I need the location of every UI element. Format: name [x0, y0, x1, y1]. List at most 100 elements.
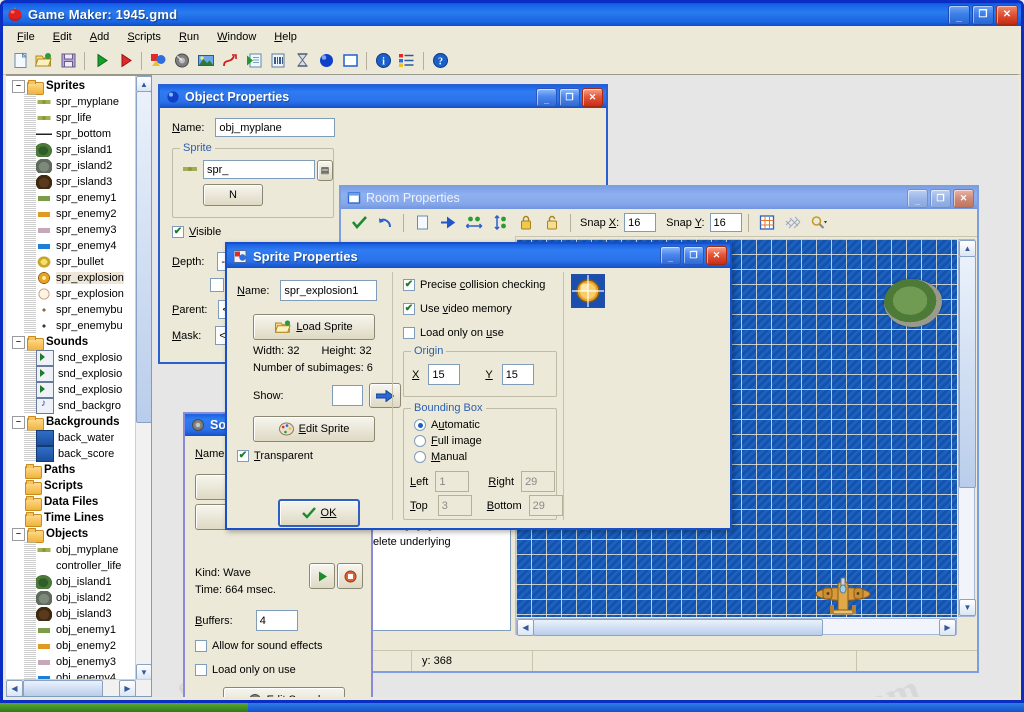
tree-item-spr-enemybu[interactable]: spr_enemybu [6, 302, 136, 318]
room-horizontal-scrollbar[interactable]: ◀ ▶ [516, 618, 957, 636]
tree-folder-sounds[interactable]: – Sounds [6, 334, 136, 351]
bbox-top-input[interactable]: 3 [437, 495, 472, 516]
open-file-icon[interactable] [32, 49, 56, 72]
run-debug-icon[interactable] [113, 49, 137, 72]
room-vertical-scrollbar[interactable]: ▲ ▼ [958, 239, 976, 617]
tree-expander-icon[interactable]: – [12, 335, 25, 349]
visible-checkbox[interactable] [172, 226, 184, 238]
create-room-icon[interactable] [338, 49, 362, 72]
tree-item-spr-enemy1[interactable]: spr_enemy1 [6, 190, 136, 206]
tree-item-spr-enemy3[interactable]: spr_enemy3 [6, 222, 136, 238]
isometric-grid-icon[interactable] [781, 211, 805, 234]
menu-scripts[interactable]: Scripts [118, 29, 170, 45]
grid-icon[interactable] [755, 211, 779, 234]
tree-item-obj-island2[interactable]: obj_island2 [6, 590, 136, 606]
save-file-icon[interactable] [56, 49, 80, 72]
minimize-button[interactable]: _ [948, 5, 970, 25]
scroll-right-button[interactable]: ▶ [119, 680, 136, 696]
tree-item-spr-life[interactable]: spr_life [6, 110, 136, 126]
tree-folder-sprites[interactable]: – Sprites [6, 78, 136, 95]
tree-expander-icon[interactable]: – [12, 527, 25, 541]
tree-item-spr-explosion[interactable]: spr_explosion [6, 286, 136, 302]
tree-item-snd-explosio[interactable]: snd_explosio [6, 350, 136, 366]
game-information-icon[interactable]: i [371, 49, 395, 72]
bbox-manual-radio[interactable] [414, 451, 426, 463]
tree-item-obj-enemy2[interactable]: obj_enemy2 [6, 638, 136, 654]
object-maximize-button[interactable]: ❐ [559, 88, 580, 107]
sprite-show-next-button[interactable] [368, 383, 401, 408]
object-close-button[interactable]: ✕ [582, 88, 603, 107]
room-scroll-thumb[interactable] [959, 256, 976, 488]
tree-item-spr-enemybu[interactable]: spr_enemybu [6, 318, 136, 334]
tree-item-back-water[interactable]: back_water [6, 430, 136, 446]
run-normally-icon[interactable] [89, 49, 113, 72]
load-sprite-button[interactable]: Load Sprite [253, 314, 375, 340]
sound-load-only-on-use-checkbox[interactable] [195, 664, 207, 676]
lock-icon[interactable] [514, 211, 538, 234]
create-sprite-icon[interactable] [146, 49, 170, 72]
tree-item-obj-island1[interactable]: obj_island1 [6, 574, 136, 590]
scroll-down-button[interactable]: ▼ [136, 664, 151, 680]
room-scroll-thumb-h[interactable] [533, 619, 823, 636]
menu-add[interactable]: Add [81, 29, 119, 45]
tree-folder-time-lines[interactable]: Time Lines [6, 510, 136, 527]
snap-y-input[interactable]: 16 [709, 213, 742, 232]
menu-run[interactable]: Run [170, 29, 208, 45]
object-sprite-input[interactable]: spr_ [203, 160, 315, 179]
tree-item-spr-island3[interactable]: spr_island3 [6, 174, 136, 190]
ok-check-icon[interactable] [347, 211, 371, 234]
tree-expander-icon[interactable]: – [12, 79, 25, 93]
room-maximize-button[interactable]: ❐ [930, 189, 951, 208]
create-path-icon[interactable] [218, 49, 242, 72]
sprite-preview-pane[interactable] [567, 272, 726, 520]
tree-horizontal-scrollbar[interactable]: ◀ ▶ [6, 679, 151, 696]
tree-item-snd-explosio[interactable]: snd_explosio [6, 382, 136, 398]
tree-item-snd-backgro[interactable]: snd_backgro [6, 398, 136, 414]
tree-expander-icon[interactable]: – [12, 415, 25, 429]
tree-folder-data-files[interactable]: Data Files [6, 494, 136, 511]
tree-item-obj-myplane[interactable]: obj_myplane [6, 542, 136, 558]
resource-tree[interactable]: – Sprites spr_myplane spr_life spr_bottomspr… [6, 75, 152, 697]
scroll-up-button[interactable]: ▲ [136, 76, 151, 92]
create-sound-icon[interactable] [170, 49, 194, 72]
maximize-button[interactable]: ❐ [972, 5, 994, 25]
scroll-thumb[interactable] [136, 91, 151, 423]
room-scroll-left-button[interactable]: ◀ [517, 619, 534, 636]
menu-help[interactable]: Help [265, 29, 306, 45]
object-name-input[interactable]: obj_myplane [215, 118, 336, 137]
scroll-thumb-h[interactable] [23, 680, 103, 696]
tree-item-spr-myplane[interactable]: spr_myplane [6, 94, 136, 110]
tree-item-obj-enemy3[interactable]: obj_enemy3 [6, 654, 136, 670]
tree-item-spr-bottom[interactable]: spr_bottom [6, 126, 136, 142]
menu-edit[interactable]: Edit [44, 29, 81, 45]
tree-item-snd-explosio[interactable]: snd_explosio [6, 366, 136, 382]
menu-window[interactable]: Window [208, 29, 265, 45]
snap-x-input[interactable]: 16 [624, 213, 657, 232]
room-scroll-right-button[interactable]: ▶ [939, 619, 956, 636]
create-object-icon[interactable] [314, 49, 338, 72]
video-memory-checkbox[interactable] [403, 303, 415, 315]
tree-folder-scripts[interactable]: Scripts [6, 478, 136, 495]
buffers-input[interactable]: 4 [255, 610, 298, 631]
room-minimize-button[interactable]: _ [907, 189, 928, 208]
undo-icon[interactable] [373, 211, 397, 234]
transparent-checkbox[interactable] [237, 450, 249, 462]
plane-instance[interactable] [814, 577, 872, 617]
start-button-strip[interactable] [0, 703, 248, 712]
origin-y-input[interactable]: 15 [501, 364, 534, 385]
object-minimize-button[interactable]: _ [536, 88, 557, 107]
shift-vertical-icon[interactable] [488, 211, 512, 234]
tree-vertical-scrollbar[interactable]: ▲ ▼ [135, 76, 151, 680]
global-game-settings-icon[interactable] [395, 49, 419, 72]
sprite-show-input[interactable] [331, 385, 363, 406]
room-scroll-down-button[interactable]: ▼ [959, 599, 976, 616]
shift-horizontal-icon[interactable] [462, 211, 486, 234]
close-button[interactable]: ✕ [996, 5, 1018, 25]
allow-sound-effects-checkbox[interactable] [195, 640, 207, 652]
sprite-name-input[interactable]: spr_explosion1 [280, 280, 378, 301]
edit-sound-button[interactable]: Edit Sound [223, 687, 345, 697]
sprite-maximize-button[interactable]: ❐ [683, 246, 704, 265]
new-file-icon[interactable] [8, 49, 32, 72]
stop-sound-button[interactable] [337, 563, 363, 589]
bbox-bottom-input[interactable]: 29 [528, 495, 563, 516]
